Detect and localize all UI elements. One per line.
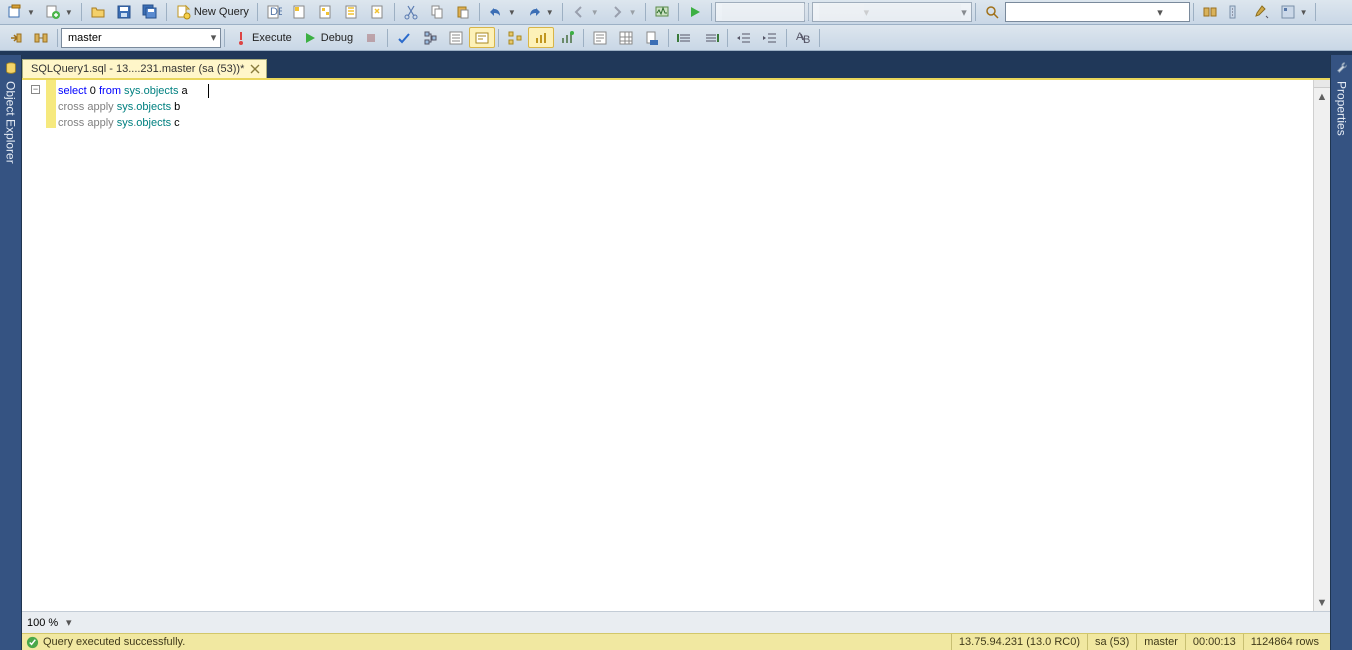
close-icon[interactable] bbox=[250, 64, 260, 74]
save-button[interactable] bbox=[111, 2, 137, 23]
nav-fwd-button[interactable]: ▼ bbox=[604, 2, 642, 23]
xmla-query-button[interactable] bbox=[365, 2, 391, 23]
query-options-button[interactable] bbox=[443, 27, 469, 48]
change-bar bbox=[46, 80, 56, 128]
nav-back-button[interactable]: ▼ bbox=[566, 2, 604, 23]
database-combo[interactable]: ▾ bbox=[61, 28, 221, 48]
include-live-stats-button[interactable] bbox=[554, 27, 580, 48]
database-icon bbox=[4, 61, 18, 75]
zoom-dropdown[interactable]: ▾ bbox=[62, 616, 75, 629]
workspace: SQLQuery1.sql - 13....231.master (sa (53… bbox=[22, 55, 1330, 650]
intellisense-button[interactable] bbox=[469, 27, 495, 48]
results-to-grid-button[interactable] bbox=[613, 27, 639, 48]
find-input[interactable] bbox=[1012, 4, 1154, 20]
sql-editor-toolbar: ▾ Execute Debug AB bbox=[0, 25, 1352, 51]
find-combo[interactable]: ▾ bbox=[1005, 2, 1190, 22]
vertical-scrollbar[interactable]: ▲ ▼ bbox=[1313, 80, 1330, 611]
db-engine-query-button[interactable]: DB bbox=[261, 2, 287, 23]
decrease-indent-button[interactable] bbox=[731, 27, 757, 48]
solution-config-combo[interactable]: ▾ bbox=[715, 2, 805, 22]
open-button[interactable] bbox=[85, 2, 111, 23]
cancel-query-button[interactable] bbox=[358, 27, 384, 48]
scroll-down-icon[interactable]: ▼ bbox=[1314, 594, 1330, 611]
specify-values-button[interactable]: AB bbox=[790, 27, 816, 48]
object-explorer-button[interactable] bbox=[1223, 2, 1249, 23]
parse-button[interactable] bbox=[391, 27, 417, 48]
svg-text:DB: DB bbox=[270, 6, 282, 18]
activity-monitor-button[interactable] bbox=[649, 2, 675, 23]
new-query-button[interactable]: New Query bbox=[170, 2, 254, 23]
template-browser-button[interactable] bbox=[1249, 2, 1275, 23]
object-explorer-label: Object Explorer bbox=[4, 77, 18, 164]
status-login: sa (53) bbox=[1087, 634, 1136, 650]
execute-button[interactable]: Execute bbox=[228, 27, 297, 48]
text-cursor bbox=[208, 84, 209, 98]
main-toolbar: ▼ ▼ New Query DB ▼ ▼ ▼ ▼ ▾ ▾ ▾ ▼ bbox=[0, 0, 1352, 25]
cut-button[interactable] bbox=[398, 2, 424, 23]
add-item-button[interactable]: ▼ bbox=[40, 2, 78, 23]
find-button[interactable] bbox=[979, 2, 1005, 23]
comment-button[interactable] bbox=[672, 27, 698, 48]
save-all-button[interactable] bbox=[137, 2, 163, 23]
object-explorer-panel[interactable]: Object Explorer bbox=[0, 55, 22, 650]
status-db: master bbox=[1136, 634, 1185, 650]
results-to-text-button[interactable] bbox=[587, 27, 613, 48]
status-elapsed: 00:00:13 bbox=[1185, 634, 1243, 650]
tab-sqlquery1[interactable]: SQLQuery1.sql - 13....231.master (sa (53… bbox=[22, 59, 267, 78]
tab-title: SQLQuery1.sql - 13....231.master (sa (53… bbox=[31, 63, 244, 75]
redo-button[interactable]: ▼ bbox=[521, 2, 559, 23]
editor-margin: − bbox=[22, 80, 46, 611]
status-rows: 1124864 rows bbox=[1243, 634, 1326, 650]
properties-button[interactable]: ▼ bbox=[1275, 2, 1313, 23]
success-icon bbox=[26, 636, 39, 649]
tab-strip: SQLQuery1.sql - 13....231.master (sa (53… bbox=[22, 55, 1330, 78]
solution-platform-combo[interactable]: ▾ bbox=[812, 2, 972, 22]
mdx-query-button[interactable] bbox=[313, 2, 339, 23]
estimated-plan-button[interactable] bbox=[417, 27, 443, 48]
increase-indent-button[interactable] bbox=[757, 27, 783, 48]
collapse-icon[interactable]: − bbox=[31, 85, 40, 94]
properties-label: Properties bbox=[1335, 77, 1349, 136]
connect-button[interactable] bbox=[2, 27, 28, 48]
debug-button[interactable]: Debug bbox=[297, 27, 358, 48]
include-stats-button[interactable] bbox=[528, 27, 554, 48]
status-server: 13.75.94.231 (13.0 RC0) bbox=[951, 634, 1087, 650]
scroll-up-icon[interactable]: ▲ bbox=[1314, 88, 1330, 105]
code-editor[interactable]: select 0 from sys.objects a cross apply … bbox=[56, 80, 1330, 611]
status-message: Query executed successfully. bbox=[43, 636, 185, 648]
zoom-bar: 100 % ▾ bbox=[22, 611, 1330, 633]
copy-button[interactable] bbox=[424, 2, 450, 23]
database-input[interactable] bbox=[68, 30, 210, 46]
status-bar: Query executed successfully. 13.75.94.23… bbox=[22, 633, 1330, 650]
results-to-file-button[interactable] bbox=[639, 27, 665, 48]
properties-panel[interactable]: Properties bbox=[1330, 55, 1352, 650]
undo-button[interactable]: ▼ bbox=[483, 2, 521, 23]
paste-button[interactable] bbox=[450, 2, 476, 23]
new-project-button[interactable]: ▼ bbox=[2, 2, 40, 23]
split-handle[interactable] bbox=[1314, 80, 1330, 88]
dmx-query-button[interactable] bbox=[339, 2, 365, 23]
zoom-value: 100 % bbox=[27, 617, 58, 629]
start-button[interactable] bbox=[682, 2, 708, 23]
change-connection-button[interactable] bbox=[28, 27, 54, 48]
uncomment-button[interactable] bbox=[698, 27, 724, 48]
analysis-query-button[interactable] bbox=[287, 2, 313, 23]
wrench-icon bbox=[1335, 61, 1349, 75]
editor-area: − select 0 from sys.objects a cross appl… bbox=[22, 78, 1330, 611]
registered-servers-button[interactable] bbox=[1197, 2, 1223, 23]
include-plan-button[interactable] bbox=[502, 27, 528, 48]
